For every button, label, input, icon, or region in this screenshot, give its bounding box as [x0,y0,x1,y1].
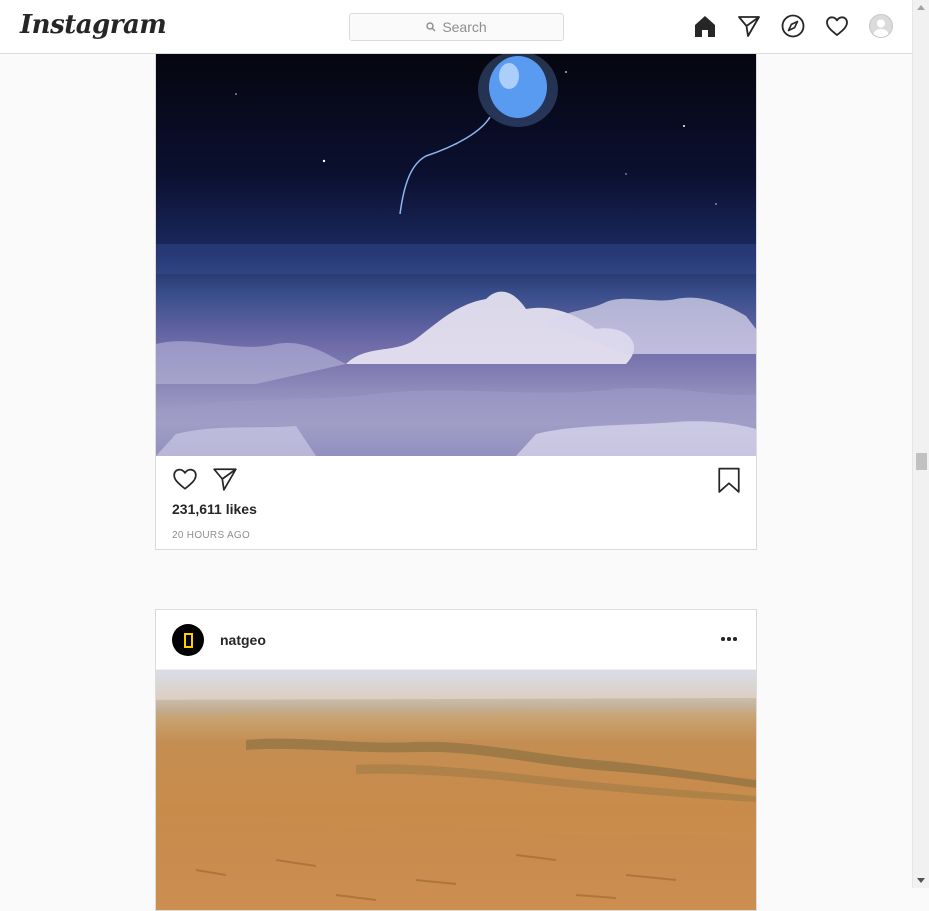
more-dot-icon [721,637,725,641]
profile-avatar [869,14,893,38]
activity-button[interactable] [824,13,850,39]
explore-button[interactable] [780,13,806,39]
bookmark-icon [718,467,740,493]
post-timestamp[interactable]: 20 HOURS AGO [172,530,250,541]
direct-icon [738,16,760,37]
post-username[interactable]: natgeo [220,632,266,648]
scroll-thumb[interactable] [916,453,927,470]
search-placeholder: Search [442,19,487,35]
save-button[interactable] [716,467,742,493]
desert-landscape-illustration [156,698,756,910]
more-options-button[interactable] [716,632,742,646]
direct-button[interactable] [736,13,762,39]
home-button[interactable] [692,13,718,39]
like-count[interactable]: 231,611 likes [172,501,257,517]
like-button[interactable] [172,466,198,492]
explore-icon [781,14,805,38]
profile-button[interactable] [868,13,894,39]
post-photo[interactable] [156,54,756,456]
instagram-logo[interactable]: Instagram [20,10,167,40]
search-input[interactable]: Search [349,13,564,41]
balloon-clouds-illustration [156,54,756,456]
heart-icon [173,468,197,490]
search-icon [426,22,436,32]
post-actions [172,466,252,492]
heart-icon [826,16,848,36]
share-button[interactable] [212,466,238,492]
post-photo[interactable] [156,670,756,910]
top-nav-bar: Instagram Search [0,0,912,54]
home-icon [695,16,715,37]
vertical-scrollbar[interactable] [912,0,929,888]
natgeo-logo-icon [183,632,193,648]
post-header: natgeo [156,610,756,670]
feed-post: 231,611 likes 20 HOURS AGO [155,40,757,550]
user-silhouette-icon [873,19,889,37]
more-dot-icon [727,637,731,641]
more-dot-icon [733,637,737,641]
scroll-up-arrow-icon[interactable] [917,5,925,10]
feed-post: natgeo [155,609,757,911]
scroll-down-arrow-icon[interactable] [917,878,925,883]
user-avatar[interactable] [172,624,204,656]
nav-icons [692,13,894,39]
direct-icon [213,468,237,491]
